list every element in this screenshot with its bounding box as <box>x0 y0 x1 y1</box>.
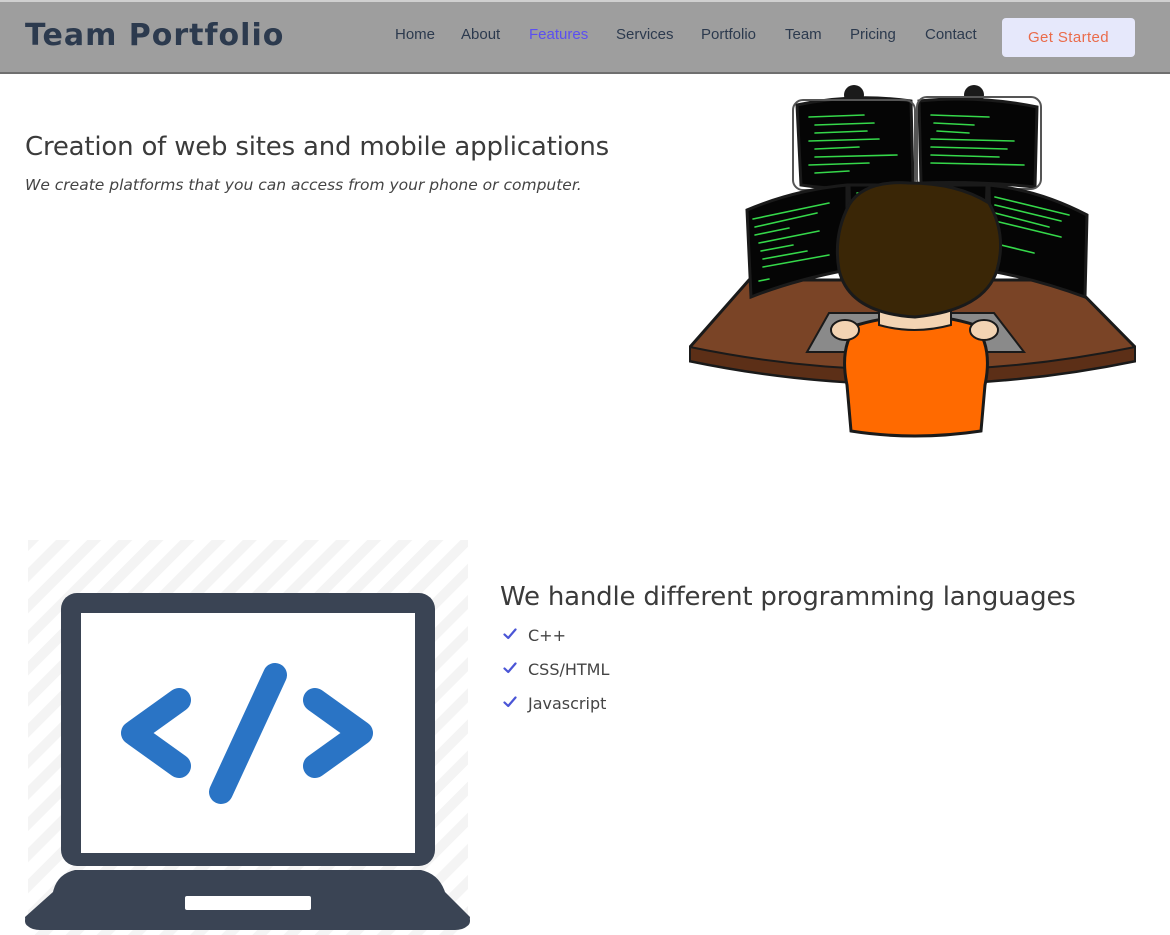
site-header: Team Portfolio Home About Features Servi… <box>0 0 1170 74</box>
nav-services[interactable]: Services <box>616 26 674 43</box>
nav-pricing[interactable]: Pricing <box>850 26 896 43</box>
section-title-web-mobile: Creation of web sites and mobile applica… <box>25 132 609 162</box>
nav-contact[interactable]: Contact <box>925 26 977 43</box>
list-item: Javascript <box>500 690 609 724</box>
section-title-languages: We handle different programming language… <box>500 582 1076 612</box>
site-logo[interactable]: Team Portfolio <box>25 18 284 53</box>
list-item: CSS/HTML <box>500 656 609 690</box>
nav-portfolio[interactable]: Portfolio <box>701 26 756 43</box>
language-label: Javascript <box>528 694 607 713</box>
get-started-button[interactable]: Get Started <box>1002 18 1135 57</box>
language-label: CSS/HTML <box>528 660 610 679</box>
nav-team[interactable]: Team <box>785 26 822 43</box>
nav-features[interactable]: Features <box>529 26 588 43</box>
programmer-illustration <box>689 85 1136 438</box>
list-item: C++ <box>500 622 609 656</box>
nav-home[interactable]: Home <box>395 26 435 43</box>
nav-about[interactable]: About <box>461 26 500 43</box>
language-label: C++ <box>528 626 566 645</box>
check-icon <box>503 628 517 640</box>
languages-list: C++ CSS/HTML Javascript <box>500 622 609 724</box>
check-icon <box>503 662 517 674</box>
section-subtitle-platforms: We create platforms that you can access … <box>25 176 582 194</box>
laptop-code-illustration <box>25 540 470 935</box>
check-icon <box>503 696 517 708</box>
